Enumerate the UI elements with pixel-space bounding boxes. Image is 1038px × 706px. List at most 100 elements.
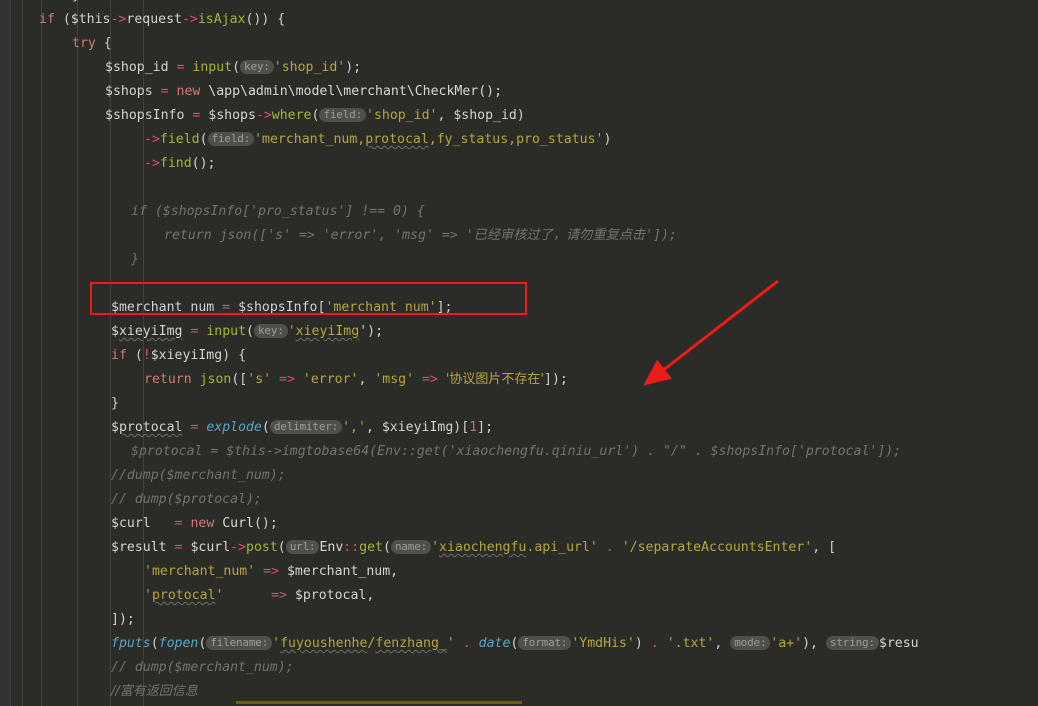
code-token: where (271, 108, 312, 123)
code-token: { (95, 36, 112, 51)
code-token: // dump($merchant_num); (111, 660, 294, 675)
line-return-no-protocol-img[interactable]: return json(['s' => 'error', 'msg' => '协… (0, 368, 568, 392)
line-comment-dump-protocal[interactable]: // dump($protocal); (0, 488, 262, 512)
code-token: $shop_id (453, 108, 517, 123)
code-token: Curl (222, 516, 254, 531)
code-token: '.txt' (666, 636, 715, 651)
code-token: , (714, 636, 731, 651)
code-token: if (131, 204, 147, 219)
inlay-hint-format: format: (518, 636, 572, 650)
code-token: $xieyiImg (150, 348, 223, 363)
line-close-brace-1[interactable]: } (0, 248, 139, 272)
code-token: ) { (222, 348, 247, 363)
line-close-brace-2[interactable]: } (0, 392, 119, 416)
line-protocal-explode[interactable]: $protocal = explode(delimiter: ',', $xiey… (0, 416, 493, 440)
code-token: new (190, 516, 215, 531)
code-token: => (263, 564, 279, 579)
inlay-hint-field: field: (207, 132, 255, 146)
inlay-hint-string: string: (825, 636, 879, 650)
code-token: $protocal (294, 588, 367, 603)
inlay-hint-mode: mode: (730, 636, 771, 650)
line-shop-id[interactable]: $shop_id = input(key:'shop_id'); (0, 56, 361, 80)
code-token: -> (144, 132, 160, 147)
bottom-status-bar (236, 701, 522, 704)
inlay-hint-key: key: (254, 324, 288, 338)
line-fputs[interactable]: fputs(fopen(filename:'fuyoushenhe/fenzha… (0, 632, 919, 656)
line-shops-new[interactable]: $shops = new \app\admin\model\merchant\C… (0, 80, 502, 104)
inlay-hint-delimiter: delimiter: (269, 420, 343, 434)
code-token: , [ (812, 540, 837, 555)
code-token: ); (345, 60, 362, 75)
code-token: ( (383, 540, 391, 555)
line-comment-dump-merchant[interactable]: //dump($merchant_num); (0, 464, 286, 488)
code-token: $ (111, 420, 119, 435)
code-token: } (72, 0, 80, 3)
line-return-already-audited[interactable]: return json(['s' => 'error', 'msg' => '已… (0, 224, 677, 248)
code-token: 's' (247, 372, 272, 387)
code-token: = (160, 84, 169, 99)
code-content[interactable]: }if ($this->request->isAjax()) {try {$sh… (0, 0, 1038, 706)
code-token: (); (191, 156, 216, 171)
line-curl-new[interactable]: $curl = new Curl(); (0, 512, 278, 536)
code-token: -> (144, 156, 160, 171)
line-field[interactable]: ->field(field:'merchant_num,protocal,fy_… (0, 128, 611, 152)
code-token: -> (255, 108, 272, 123)
code-token: input (192, 60, 233, 75)
line-if-prostatus[interactable]: if ($shopsInfo['pro_status'] !== 0) { (0, 200, 425, 224)
code-token: //富有返回信息 (111, 684, 198, 699)
code-token: $curl (190, 540, 231, 555)
code-token: ' (431, 540, 440, 555)
code-token: protocal (118, 420, 183, 435)
line-merchant-num[interactable]: $merchant_num = $shopsInfo['merchant_num… (0, 296, 452, 320)
code-token: , (437, 108, 454, 123)
code-token: 'merchant_num' (325, 300, 437, 315)
code-token: ( (261, 420, 270, 435)
line-shopsinfo-where[interactable]: $shopsInfo = $shops->where(field:'shop_i… (0, 104, 525, 128)
code-token: ) (603, 132, 612, 147)
line-try[interactable]: try { (0, 32, 112, 56)
code-token: => (271, 588, 287, 603)
code-token: ' (144, 588, 152, 603)
code-token: new (176, 84, 201, 99)
line-close-array[interactable]: ]); (0, 608, 135, 632)
line-comment-cn-return-info[interactable]: //富有返回信息 (0, 680, 198, 704)
code-token: 'shop_id' (273, 60, 346, 75)
code-token: $shops (105, 84, 153, 99)
line-protocal-imgtobase64[interactable]: $protocal = $this->imgtobase64(Env::get(… (0, 440, 901, 464)
code-token: \app\admin\model\merchant\CheckMer (208, 84, 479, 99)
code-token: if (111, 348, 127, 363)
code-token: find (159, 156, 192, 171)
code-token: fputs (111, 636, 151, 651)
line-if-not-xieyiimg[interactable]: if (!$xieyiImg) { (0, 344, 246, 368)
code-token: ]; (436, 300, 453, 315)
line-comment-dump-merchant-2[interactable]: // dump($merchant_num); (0, 656, 294, 680)
code-token: '协议图片不存在' (445, 372, 544, 387)
line-find[interactable]: ->find(); (0, 152, 215, 176)
code-token: (); (253, 516, 278, 531)
code-editor[interactable]: }if ($this->request->isAjax()) {try {$sh… (0, 0, 1038, 706)
line-result-post[interactable]: $result = $curl->post(url: Env::get(name:… (0, 536, 836, 560)
code-token: ' (446, 636, 455, 651)
code-token: xiaochengfu (439, 540, 527, 555)
code-token: return json(['s' => 'error', 'msg' => '已… (164, 228, 677, 243)
code-token: //dump($merchant_num); (111, 468, 286, 483)
code-token: . (462, 636, 471, 651)
code-token: ( (199, 132, 208, 147)
line-if-isajax[interactable]: if ($this->request->isAjax()) { (0, 8, 285, 32)
code-token: date (478, 636, 511, 651)
line-xieyiimg-input[interactable]: $xieyiImg = input(key:'xieyiImg'); (0, 320, 383, 344)
code-token: ]; (477, 420, 494, 435)
code-token: ( (54, 12, 71, 27)
code-token: get (359, 540, 383, 555)
line-arg-protocal[interactable]: 'protocal' => $protocal, (0, 584, 374, 608)
line-arg-merchant-num[interactable]: 'merchant_num' => $merchant_num, (0, 560, 398, 584)
line-clip-top[interactable]: } (0, 0, 80, 8)
